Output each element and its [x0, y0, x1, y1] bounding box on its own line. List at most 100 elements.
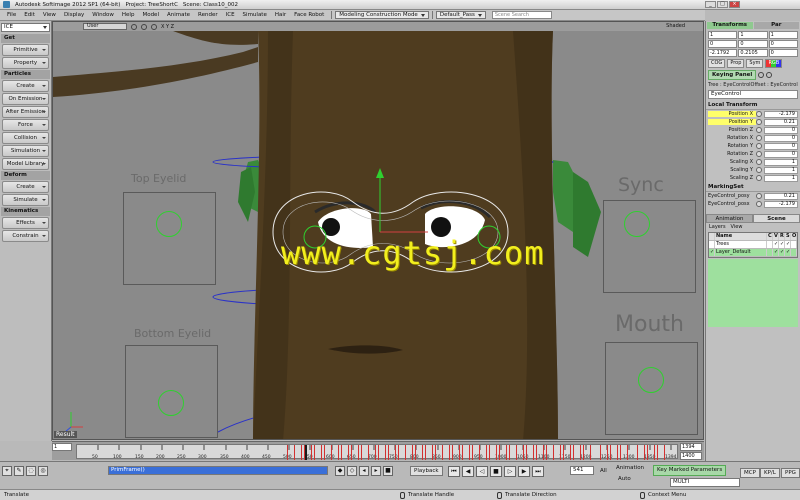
scale-y-field[interactable]: 1 — [738, 31, 768, 39]
select-icon[interactable]: ⌖ — [2, 466, 12, 476]
section-header-particles[interactable]: Particles — [1, 70, 50, 79]
animation-icon[interactable] — [756, 201, 762, 207]
play-icon[interactable]: ▷ — [504, 466, 516, 477]
simulation-button[interactable]: Simulation — [2, 145, 49, 157]
bottom-eyelid-control[interactable] — [158, 390, 184, 416]
animation-label[interactable]: Animation — [616, 465, 644, 471]
model-library-button[interactable]: Model Library — [2, 158, 49, 170]
lasso-icon[interactable]: ◌ — [26, 466, 36, 476]
play-backward-icon[interactable]: ◁ — [476, 466, 488, 477]
param-row[interactable]: Scaling Z 1 — [706, 174, 800, 182]
shading-mode-menu[interactable]: Shaded — [666, 23, 685, 29]
local-transform-header[interactable]: Local Transform — [706, 100, 800, 110]
translate-x-field[interactable]: -2.1792 — [708, 49, 738, 57]
bottom-eyelid-box[interactable] — [125, 345, 218, 438]
param-value-field[interactable]: -2.179 — [764, 200, 798, 208]
animation-icon[interactable] — [756, 119, 762, 125]
constrain-button[interactable]: Constrain — [2, 230, 49, 242]
animation-icon[interactable] — [756, 135, 762, 141]
param-row[interactable]: Position Y 0.21 — [706, 118, 800, 126]
script-command-field[interactable]: PrimFrame() — [108, 466, 328, 475]
viewport[interactable]: User X Y Z Shaded Top Eyelid Bottom Eyel… — [52, 21, 704, 440]
animation-icon[interactable] — [756, 175, 762, 181]
timeline-global-end-field[interactable]: 1400 — [680, 452, 702, 460]
param-value-field[interactable]: 0.21 — [764, 118, 798, 126]
key-next-icon[interactable]: ▸ — [371, 466, 381, 476]
param-row[interactable]: Position Z 0 — [706, 126, 800, 134]
ppg-button[interactable]: PPG — [781, 468, 800, 478]
layer-row[interactable]: ✓ Layer_Default ✓ ✓ ✓ — [709, 249, 797, 257]
first-frame-icon[interactable]: ⏮ — [448, 466, 460, 477]
param-row[interactable]: Rotation Y 0 — [706, 142, 800, 150]
animation-icon[interactable] — [756, 111, 762, 117]
particles-create-button[interactable]: Create — [2, 80, 49, 92]
menu-edit[interactable]: Edit — [20, 12, 39, 18]
effects-button[interactable]: Effects — [2, 217, 49, 229]
section-header-kinematics[interactable]: Kinematics — [1, 207, 50, 216]
param-row[interactable]: Position X -2.179 — [706, 110, 800, 118]
playback-menu[interactable]: Playback — [410, 466, 443, 476]
deform-simulate-button[interactable]: Simulate — [2, 194, 49, 206]
tab-transforms[interactable]: Transforms — [707, 22, 753, 29]
menu-face-robot[interactable]: Face Robot — [290, 12, 328, 18]
cog-button[interactable]: COG — [708, 59, 726, 68]
rotate-y-field[interactable]: 0 — [738, 40, 768, 48]
param-value-field[interactable]: 0 — [764, 150, 798, 158]
toolbar-selector[interactable]: ICE — [1, 23, 50, 32]
deform-create-button[interactable]: Create — [2, 181, 49, 193]
layer-row[interactable]: Trees ✓ ✓ ✓ — [709, 241, 797, 249]
property-button[interactable]: Property — [2, 57, 49, 69]
maximize-icon[interactable]: □ — [717, 1, 728, 8]
key-icon[interactable]: ◆ — [335, 466, 345, 476]
rotate-x-field[interactable]: 0 — [708, 40, 738, 48]
camera-icon[interactable] — [141, 23, 147, 30]
multi-field[interactable]: MULTI — [670, 478, 740, 487]
section-header-deform[interactable]: Deform — [1, 171, 50, 180]
prop-button[interactable]: Prop — [727, 59, 745, 68]
close-icon[interactable]: × — [729, 1, 740, 8]
key-marked-parameters-button[interactable]: Key Marked Parameters — [653, 465, 727, 476]
tab-scene[interactable]: Scene — [753, 214, 800, 223]
scale-z-field[interactable]: 1 — [768, 31, 798, 39]
object-name-field[interactable]: EyeControl — [708, 90, 798, 99]
keying-panel-button[interactable]: Keying Panel — [708, 70, 757, 80]
param-value-field[interactable]: -2.179 — [764, 110, 798, 118]
construction-mode-dropdown[interactable]: Modeling Construction Mode — [335, 11, 429, 19]
animation-icon[interactable] — [756, 193, 762, 199]
paint-icon[interactable]: ✎ — [14, 466, 24, 476]
key-icon[interactable] — [758, 72, 765, 78]
param-value-field[interactable]: 0.21 — [764, 192, 798, 200]
marking-set-header[interactable]: MarkingSet — [706, 182, 800, 192]
menu-render[interactable]: Render — [194, 12, 222, 18]
animation-icon[interactable] — [756, 167, 762, 173]
minimize-icon[interactable]: _ — [705, 1, 716, 8]
view-menu-item[interactable]: View — [731, 224, 743, 230]
top-eyelid-control[interactable] — [156, 211, 182, 237]
param-value-field[interactable]: 1 — [764, 158, 798, 166]
menu-file[interactable]: File — [3, 12, 20, 18]
after-emission-button[interactable]: After Emission — [2, 106, 49, 118]
translate-z-field[interactable]: 0 — [768, 49, 798, 57]
param-row[interactable]: Scaling X 1 — [706, 158, 800, 166]
help-icon[interactable] — [766, 72, 773, 78]
key-lock-icon[interactable]: ■ — [383, 466, 393, 476]
pass-dropdown[interactable]: Default_Pass — [435, 11, 486, 19]
on-emission-button[interactable]: On Emission — [2, 93, 49, 105]
animation-icon[interactable] — [756, 151, 762, 157]
translate-y-field[interactable]: 0.2105 — [738, 49, 768, 57]
menu-window[interactable]: Window — [88, 12, 118, 18]
layers-menu-item[interactable]: Layers — [709, 224, 726, 230]
marking-param-row[interactable]: EyeControl_posx -2.179 — [706, 200, 800, 208]
timeline-end-field[interactable]: 1394 — [680, 443, 702, 451]
param-value-field[interactable]: 0 — [764, 134, 798, 142]
scene-search-input[interactable]: Scene Search — [491, 11, 552, 19]
param-value-field[interactable]: 0 — [764, 126, 798, 134]
param-row[interactable]: Rotation X 0 — [706, 134, 800, 142]
tab-par[interactable]: Par — [753, 22, 799, 29]
rotate-z-field[interactable]: 0 — [768, 40, 798, 48]
camera-selector[interactable]: User — [83, 23, 127, 30]
menu-view[interactable]: View — [39, 12, 60, 18]
last-frame-icon[interactable]: ⏭ — [532, 466, 544, 477]
magnifier-icon[interactable] — [151, 23, 157, 30]
param-value-field[interactable]: 1 — [764, 166, 798, 174]
